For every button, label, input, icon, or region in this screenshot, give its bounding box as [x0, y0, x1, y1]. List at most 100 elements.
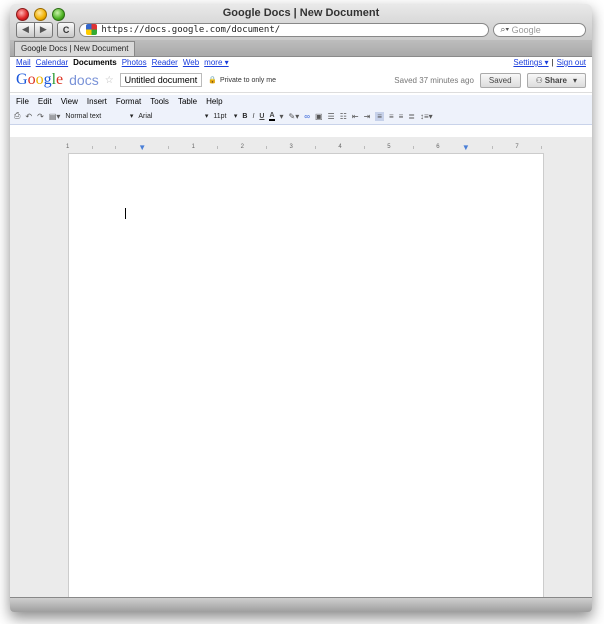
menu-tools[interactable]: Tools	[150, 97, 169, 106]
google-bar: Mail Calendar Documents Photos Reader We…	[10, 57, 592, 68]
gbar-link-reader[interactable]: Reader	[152, 58, 178, 67]
font-size-dropdown[interactable]: 11pt ▾	[213, 112, 238, 121]
undo-icon[interactable]: ↶	[25, 112, 32, 121]
menu-bar: File Edit View Insert Format Tools Table…	[10, 95, 592, 108]
google-logo[interactable]: Google	[16, 71, 63, 89]
divider: |	[551, 58, 554, 67]
ruler-number: 2	[240, 144, 244, 150]
reload-icon: C	[62, 24, 70, 35]
bulleted-list-icon[interactable]: ☷	[340, 112, 347, 121]
ruler-number: 5	[387, 144, 391, 150]
gbar-link-mail[interactable]: Mail	[16, 58, 31, 67]
document-page[interactable]	[68, 153, 544, 598]
reload-button[interactable]: C	[56, 21, 76, 38]
gbar-link-more[interactable]: more ▾	[204, 58, 228, 67]
insert-image-icon[interactable]: ▣	[315, 112, 323, 121]
title-bar: Google Docs | New Document ◀ ▶ C https:/…	[10, 4, 592, 57]
ruler-number: 1	[66, 144, 70, 150]
ruler[interactable]: 1 ▼ 1 2 3 4 5 6 ▼ 7	[66, 143, 542, 152]
ruler-number: 1	[191, 144, 196, 150]
chevron-down-icon[interactable]: ▾	[573, 76, 577, 85]
logo-letter: g	[43, 71, 52, 88]
ruler-tick	[492, 145, 494, 149]
text-cursor	[125, 208, 126, 219]
docs-wordmark: docs	[69, 72, 99, 88]
share-icon: ⚇	[535, 75, 543, 85]
style-dropdown[interactable]: Normal text ▾	[65, 112, 134, 121]
document-area: 1 ▼ 1 2 3 4 5 6 ▼ 7	[10, 137, 592, 598]
chevron-down-icon: ▾	[129, 113, 134, 120]
align-right-icon[interactable]: ≡	[399, 112, 404, 121]
tab-google-docs[interactable]: Google Docs | New Document	[14, 41, 136, 56]
bold-button[interactable]: B	[242, 113, 247, 120]
menu-view[interactable]: View	[61, 97, 78, 106]
logo-letter: G	[16, 71, 28, 88]
back-forward-buttons: ◀ ▶	[16, 21, 53, 38]
navigation-bar: ◀ ▶ C https://docs.google.com/document/ …	[16, 21, 586, 38]
search-icon: ⌕▾	[500, 24, 512, 34]
search-placeholder: Google	[511, 24, 541, 35]
settings-link[interactable]: Settings ▾	[513, 58, 548, 67]
ruler-tick	[217, 145, 219, 149]
ruler-tick	[315, 145, 317, 149]
menu-edit[interactable]: Edit	[38, 97, 52, 106]
print-icon[interactable]: ⎙	[14, 111, 20, 121]
align-left-icon[interactable]: ≡	[375, 111, 384, 121]
menu-format[interactable]: Format	[116, 97, 141, 106]
share-button[interactable]: ⚇ Share ▾	[526, 72, 586, 88]
link-icon[interactable]: ∞	[304, 112, 310, 121]
address-bar[interactable]: https://docs.google.com/document/	[79, 22, 490, 37]
numbered-list-icon[interactable]: ☰	[328, 112, 335, 121]
indent-marker-icon[interactable]: ▼	[138, 143, 146, 152]
window-bottom-bar	[10, 597, 592, 612]
underline-button[interactable]: U	[259, 113, 264, 120]
star-icon[interactable]: ☆	[105, 75, 114, 86]
saved-button[interactable]: Saved	[479, 72, 521, 88]
gbar-link-calendar[interactable]: Calendar	[36, 58, 68, 67]
ruler-tick	[412, 145, 414, 149]
gbar-link-documents[interactable]: Documents	[73, 58, 117, 67]
sign-out-link[interactable]: Sign out	[557, 58, 586, 67]
ruler-tick	[91, 145, 93, 149]
redo-icon[interactable]: ↷	[37, 112, 44, 121]
line-spacing-icon[interactable]: ↕≡▾	[420, 112, 433, 121]
ruler-number: 3	[289, 144, 293, 150]
document-title[interactable]: Untitled document	[119, 73, 203, 87]
justify-icon[interactable]: ≣	[408, 112, 415, 121]
menu-file[interactable]: File	[16, 97, 29, 106]
url-text: https://docs.google.com/document/	[101, 24, 281, 35]
back-button[interactable]: ◀	[17, 24, 34, 35]
text-color-button[interactable]: A	[269, 112, 275, 121]
chevron-down-icon[interactable]: ▾	[280, 112, 284, 121]
search-input[interactable]: ⌕▾ Google	[493, 22, 586, 37]
logo-letter: o	[27, 71, 36, 88]
align-center-icon[interactable]: ≡	[389, 112, 394, 121]
font-size-value: 11pt	[213, 112, 227, 120]
ruler-tick	[364, 145, 366, 149]
menu-table[interactable]: Table	[178, 97, 197, 106]
google-favicon-icon	[86, 24, 98, 35]
chevron-down-icon: ▾	[233, 113, 238, 120]
lock-icon: 🔒	[208, 77, 217, 84]
font-dropdown[interactable]: Arial ▾	[138, 112, 208, 121]
doc-header: Google docs ☆ Untitled document 🔒 Privat…	[10, 68, 592, 93]
private-label: Private to only me	[219, 76, 276, 84]
ruler-tick	[168, 145, 170, 149]
forward-button[interactable]: ▶	[35, 24, 52, 35]
font-value: Arial	[138, 112, 153, 120]
ruler-tick	[540, 145, 542, 149]
menu-help[interactable]: Help	[206, 97, 222, 106]
increase-indent-icon[interactable]: ⇥	[364, 112, 371, 121]
style-value: Normal text	[65, 112, 102, 120]
italic-button[interactable]: I	[252, 113, 254, 120]
decrease-indent-icon[interactable]: ⇤	[352, 112, 359, 121]
browser-window: Google Docs | New Document ◀ ▶ C https:/…	[10, 4, 592, 612]
highlight-color-icon[interactable]: ✎▾	[289, 112, 300, 121]
paint-format-icon[interactable]: ▤▾	[49, 112, 61, 121]
sharing-status[interactable]: 🔒 Private to only me	[208, 76, 276, 85]
gbar-link-web[interactable]: Web	[183, 58, 199, 67]
save-status: Saved 37 minutes ago	[394, 75, 474, 85]
menu-insert[interactable]: Insert	[87, 97, 107, 106]
gbar-link-photos[interactable]: Photos	[122, 58, 147, 67]
right-indent-marker-icon[interactable]: ▼	[462, 143, 470, 152]
